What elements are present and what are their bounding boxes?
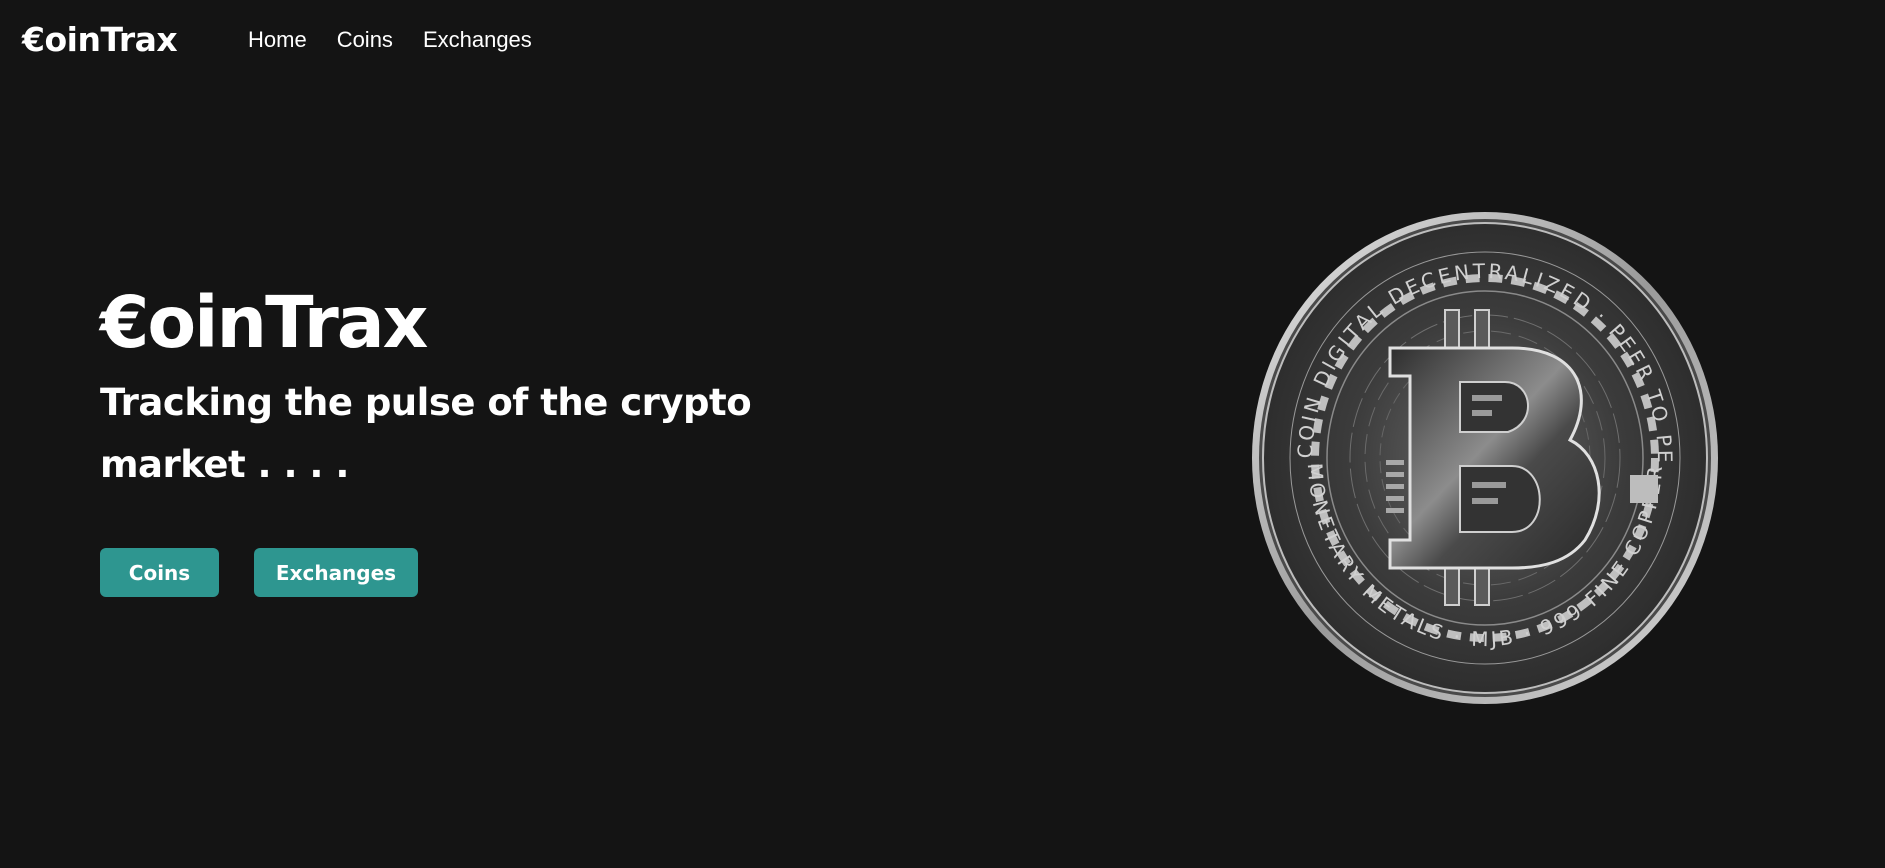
top-navbar: €oinTrax Home Coins Exchanges xyxy=(0,0,1885,84)
nav-link-coins[interactable]: Coins xyxy=(337,27,393,53)
bitcoin-icon: BITCOIN DIGITAL DECENTRALIZED · PEER TO … xyxy=(1242,191,1718,704)
coins-button[interactable]: Coins xyxy=(100,548,219,597)
hero-section: €oinTrax Tracking the pulse of the crypt… xyxy=(100,280,800,496)
bitcoin-coin-image: BITCOIN DIGITAL DECENTRALIZED · PEER TO … xyxy=(1242,191,1720,706)
page: €oinTrax Home Coins Exchanges €oinTrax T… xyxy=(0,0,1885,868)
hero-buttons: Coins Exchanges xyxy=(100,548,418,597)
nav-link-home[interactable]: Home xyxy=(248,27,307,53)
nav-link-exchanges[interactable]: Exchanges xyxy=(423,27,532,53)
hero-subtitle: Tracking the pulse of the crypto market … xyxy=(100,381,752,486)
nav-links: Home Coins Exchanges xyxy=(248,27,532,53)
exchanges-button[interactable]: Exchanges xyxy=(254,548,418,597)
brand-logo[interactable]: €oinTrax xyxy=(22,20,178,59)
hero-title: €oinTrax xyxy=(100,281,428,364)
